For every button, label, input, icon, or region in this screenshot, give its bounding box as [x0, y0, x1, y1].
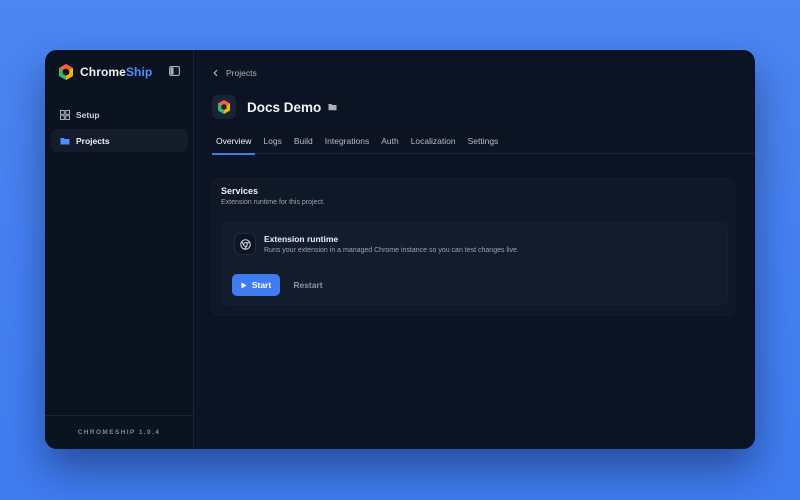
restart-button[interactable]: Restart	[285, 274, 331, 296]
sidebar: ChromeShip Setup Projects CHROMESHIP 1.0…	[45, 50, 194, 449]
version-label: CHROMESHIP 1.0.4	[45, 415, 193, 449]
chromeship-logo-icon	[59, 64, 73, 80]
project-icon	[212, 95, 236, 119]
tab-auth[interactable]: Auth	[377, 133, 403, 154]
chromeship-logo-icon	[218, 100, 230, 114]
main-content: Projects Docs Demo Overview Logs Build I…	[194, 50, 755, 449]
play-icon	[241, 282, 247, 288]
tab-bar: Overview Logs Build Integrations Auth Lo…	[212, 133, 755, 155]
tab-overview[interactable]: Overview	[212, 133, 256, 155]
folder-icon	[60, 137, 70, 144]
service-description: Runs your extension in a managed Chrome …	[264, 247, 519, 254]
tab-build[interactable]: Build	[290, 133, 317, 154]
grid-icon	[60, 109, 70, 120]
service-icon	[234, 233, 256, 255]
services-card: Services Extension runtime for this proj…	[211, 178, 736, 316]
chevron-left-icon	[213, 69, 218, 77]
project-header: Docs Demo	[212, 95, 337, 119]
service-runtime-panel: Extension runtime Runs your extension in…	[222, 222, 728, 305]
page-title: Docs Demo	[247, 99, 322, 115]
tab-settings[interactable]: Settings	[464, 133, 503, 154]
breadcrumb-label: Projects	[226, 68, 257, 78]
chrome-icon	[239, 238, 251, 250]
sidebar-item-projects[interactable]: Projects	[51, 129, 188, 152]
brand[interactable]: ChromeShip	[57, 63, 152, 81]
start-button-label: Start	[251, 280, 272, 290]
tab-logs[interactable]: Logs	[259, 133, 285, 154]
app-window: ChromeShip Setup Projects CHROMESHIP 1.0…	[45, 50, 755, 449]
services-subtitle: Extension runtime for this project.	[221, 199, 325, 206]
folder-icon[interactable]	[328, 103, 337, 111]
start-button[interactable]: Start	[232, 274, 280, 296]
sidebar-toggle-icon[interactable]	[169, 66, 180, 76]
sidebar-item-label: Projects	[76, 135, 110, 146]
sidebar-item-setup[interactable]: Setup	[51, 103, 188, 126]
tab-localization[interactable]: Localization	[407, 133, 460, 154]
services-title: Services	[221, 186, 259, 196]
tab-integrations[interactable]: Integrations	[321, 133, 373, 154]
sidebar-nav: Setup Projects	[51, 103, 188, 155]
breadcrumb[interactable]: Projects	[212, 68, 257, 78]
service-name: Extension runtime	[264, 234, 339, 244]
brand-name: ChromeShip	[80, 65, 153, 79]
sidebar-item-label: Setup	[76, 109, 100, 120]
